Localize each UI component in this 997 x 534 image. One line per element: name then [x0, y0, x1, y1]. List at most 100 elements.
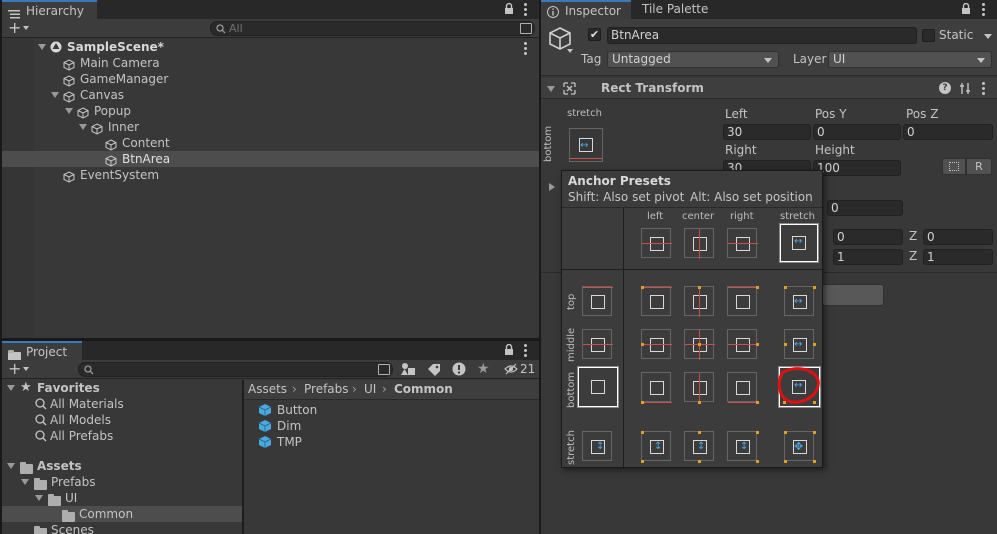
- search-filter-icon[interactable]: [378, 364, 390, 375]
- rotation-x-field[interactable]: 0: [833, 229, 903, 245]
- add-icon[interactable]: +: [8, 361, 21, 377]
- tree-row-all-prefabs[interactable]: All Prefabs: [2, 428, 242, 444]
- static-checkbox[interactable]: [922, 29, 935, 42]
- preset-top-none[interactable]: [582, 286, 613, 316]
- tab-project[interactable]: Project: [2, 341, 82, 362]
- preset-none-right[interactable]: [727, 228, 758, 258]
- help-icon[interactable]: ?: [939, 82, 951, 94]
- preset-bottom-left[interactable]: [641, 372, 672, 404]
- preset-bottom-right[interactable]: [727, 372, 759, 404]
- log-icon[interactable]: [452, 362, 466, 379]
- preset-stretch-right[interactable]: ↕: [727, 431, 759, 463]
- anchors-foldout-icon[interactable]: [549, 183, 555, 191]
- preset-none-left[interactable]: [641, 228, 672, 258]
- tree-row-scenes[interactable]: Scenes: [2, 522, 242, 534]
- preset-icon[interactable]: [959, 82, 972, 98]
- preset-none-stretch[interactable]: ↔: [780, 224, 818, 262]
- tree-row-inner[interactable]: Inner: [2, 119, 539, 135]
- tab-hierarchy[interactable]: Hierarchy: [2, 0, 97, 19]
- preset-bottom-center[interactable]: [684, 372, 714, 404]
- expand-arrow-icon[interactable]: [7, 463, 15, 469]
- blueprint-mode-button[interactable]: [942, 158, 966, 175]
- preset-stretch-stretch[interactable]: ✥: [784, 431, 816, 463]
- star-icon[interactable]: ★: [477, 361, 490, 377]
- tree-row-common[interactable]: Common: [2, 506, 242, 522]
- project-splitter[interactable]: [242, 380, 244, 534]
- tree-row-assets[interactable]: Assets: [2, 458, 242, 474]
- expand-arrow-icon[interactable]: [35, 495, 43, 501]
- expand-arrow-icon[interactable]: [21, 479, 29, 485]
- preset-top-stretch[interactable]: ↔: [784, 286, 816, 316]
- project-menu-icon[interactable]: [524, 344, 527, 359]
- icon-dropdown-icon[interactable]: [567, 49, 573, 53]
- tree-row-ui[interactable]: UI: [2, 490, 242, 506]
- expand-arrow-icon[interactable]: [51, 92, 59, 98]
- rotation-z-field[interactable]: 0: [923, 229, 993, 245]
- asset-item-tmp[interactable]: TMP: [258, 434, 539, 450]
- tree-row-scene[interactable]: SampleScene*: [2, 39, 539, 55]
- add-icon[interactable]: +: [8, 20, 21, 36]
- posz-field[interactable]: 0: [903, 124, 993, 140]
- component-menu-icon[interactable]: [982, 82, 985, 97]
- hierarchy-menu-icon[interactable]: [524, 3, 527, 18]
- tree-row-eventsystem[interactable]: EventSystem: [2, 167, 539, 183]
- tree-row-all-materials[interactable]: All Materials: [2, 396, 242, 412]
- search-filter-icon[interactable]: [520, 23, 532, 34]
- height-field[interactable]: 100: [813, 160, 901, 176]
- asset-item-button[interactable]: Button: [258, 402, 539, 418]
- lock-icon[interactable]: [504, 343, 514, 359]
- expand-arrow-icon[interactable]: [79, 124, 87, 130]
- inspector-menu-icon[interactable]: [982, 3, 985, 18]
- preset-top-left[interactable]: [641, 286, 672, 316]
- preset-stretch-center[interactable]: ↕: [684, 431, 714, 463]
- breadcrumb-item[interactable]: Common: [394, 382, 453, 396]
- expand-arrow-icon[interactable]: [65, 108, 73, 114]
- tree-row-btnarea[interactable]: BtnArea: [2, 151, 539, 167]
- pivot-y-field[interactable]: 0: [827, 200, 903, 216]
- asset-item-dim[interactable]: Dim: [258, 418, 539, 434]
- tree-row-canvas[interactable]: Canvas: [2, 87, 539, 103]
- tab-tile-palette[interactable]: Tile Palette: [631, 0, 721, 19]
- tab-inspector[interactable]: Inspector: [541, 0, 631, 19]
- tree-row-content[interactable]: Content: [2, 135, 539, 151]
- tag-dropdown[interactable]: Untagged: [607, 51, 779, 68]
- raw-edit-button[interactable]: R: [966, 158, 992, 175]
- posy-field[interactable]: 0: [813, 124, 901, 140]
- add-component-button[interactable]: [822, 284, 884, 306]
- filter-by-label-icon[interactable]: [427, 363, 441, 379]
- active-checkbox[interactable]: ✔: [588, 28, 601, 41]
- add-dropdown-icon[interactable]: [23, 367, 29, 371]
- tree-row-prefabs[interactable]: Prefabs: [2, 474, 242, 490]
- foldout-arrow-icon[interactable]: [547, 86, 555, 92]
- scale-z-field[interactable]: 1: [923, 249, 993, 265]
- preset-bottom-none[interactable]: [578, 367, 618, 407]
- breadcrumb-item[interactable]: Assets: [248, 382, 287, 396]
- hidden-packages-icon[interactable]: [504, 363, 518, 378]
- preset-middle-none[interactable]: [582, 329, 613, 359]
- project-search-input[interactable]: [78, 362, 393, 377]
- layer-dropdown[interactable]: UI: [828, 51, 992, 68]
- preset-middle-stretch[interactable]: ↔: [784, 329, 816, 359]
- static-dropdown-icon[interactable]: [984, 34, 992, 39]
- filter-by-type-icon[interactable]: [400, 362, 416, 379]
- rect-transform-header[interactable]: Rect Transform ?: [541, 78, 997, 99]
- tree-row-popup[interactable]: Popup: [2, 103, 539, 119]
- tree-row-favorites[interactable]: ★ Favorites: [2, 380, 242, 396]
- hierarchy-search-input[interactable]: All: [210, 21, 535, 36]
- preset-middle-center[interactable]: [684, 329, 715, 360]
- preset-top-right[interactable]: [727, 286, 759, 316]
- tree-row-all-models[interactable]: All Models: [2, 412, 242, 428]
- object-name-field[interactable]: BtnArea: [607, 27, 917, 44]
- anchor-presets-button[interactable]: ↔: [569, 128, 603, 162]
- lock-icon[interactable]: [961, 2, 971, 18]
- expand-arrow-icon[interactable]: [7, 385, 15, 391]
- add-dropdown-icon[interactable]: [23, 26, 29, 30]
- tree-row-main-camera[interactable]: Main Camera: [2, 55, 539, 71]
- preset-middle-left[interactable]: [641, 329, 672, 359]
- expand-arrow-icon[interactable]: [38, 44, 46, 50]
- preset-middle-right[interactable]: [727, 329, 759, 359]
- preset-top-center[interactable]: [684, 286, 714, 317]
- breadcrumb-item[interactable]: UI: [364, 382, 376, 396]
- left-field[interactable]: 30: [723, 124, 811, 140]
- preset-none-center[interactable]: [684, 228, 714, 259]
